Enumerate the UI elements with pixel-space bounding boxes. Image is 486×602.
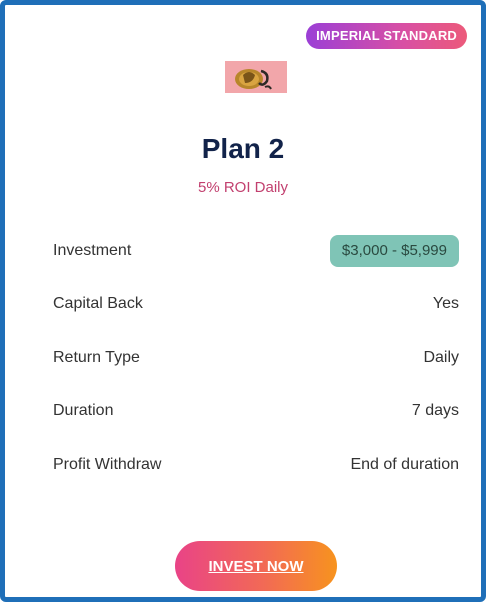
detail-row-return-type: Return Type Daily bbox=[53, 342, 459, 374]
plan-tier-badge: IMPERIAL STANDARD bbox=[306, 23, 467, 49]
detail-row-profit-withdraw: Profit Withdraw End of duration bbox=[53, 449, 459, 481]
coin-hand-image bbox=[225, 61, 287, 93]
profit-withdraw-value: End of duration bbox=[350, 456, 459, 473]
capital-back-label: Capital Back bbox=[53, 295, 143, 312]
plan-title: Plan 2 bbox=[201, 133, 285, 164]
capital-back-value: Yes bbox=[432, 295, 459, 312]
return-type-label: Return Type bbox=[53, 349, 140, 366]
plan-card: IMPERIAL STANDARD Plan 2 5% ROI Daily In… bbox=[0, 0, 486, 602]
duration-value: 7 days bbox=[411, 402, 459, 419]
invest-now-button[interactable]: INVEST NOW bbox=[175, 541, 337, 591]
duration-label: Duration bbox=[53, 402, 114, 419]
plan-roi: 5% ROI Daily bbox=[197, 179, 289, 196]
detail-row-duration: Duration 7 days bbox=[53, 395, 459, 427]
investment-range-pill: $3,000 - $5,999 bbox=[329, 235, 459, 267]
return-type-value: Daily bbox=[423, 349, 459, 366]
profit-withdraw-label: Profit Withdraw bbox=[53, 456, 162, 473]
detail-row-investment: Investment $3,000 - $5,999 bbox=[53, 235, 459, 267]
detail-row-capital-back: Capital Back Yes bbox=[53, 288, 459, 320]
investment-label: Investment bbox=[53, 242, 132, 259]
